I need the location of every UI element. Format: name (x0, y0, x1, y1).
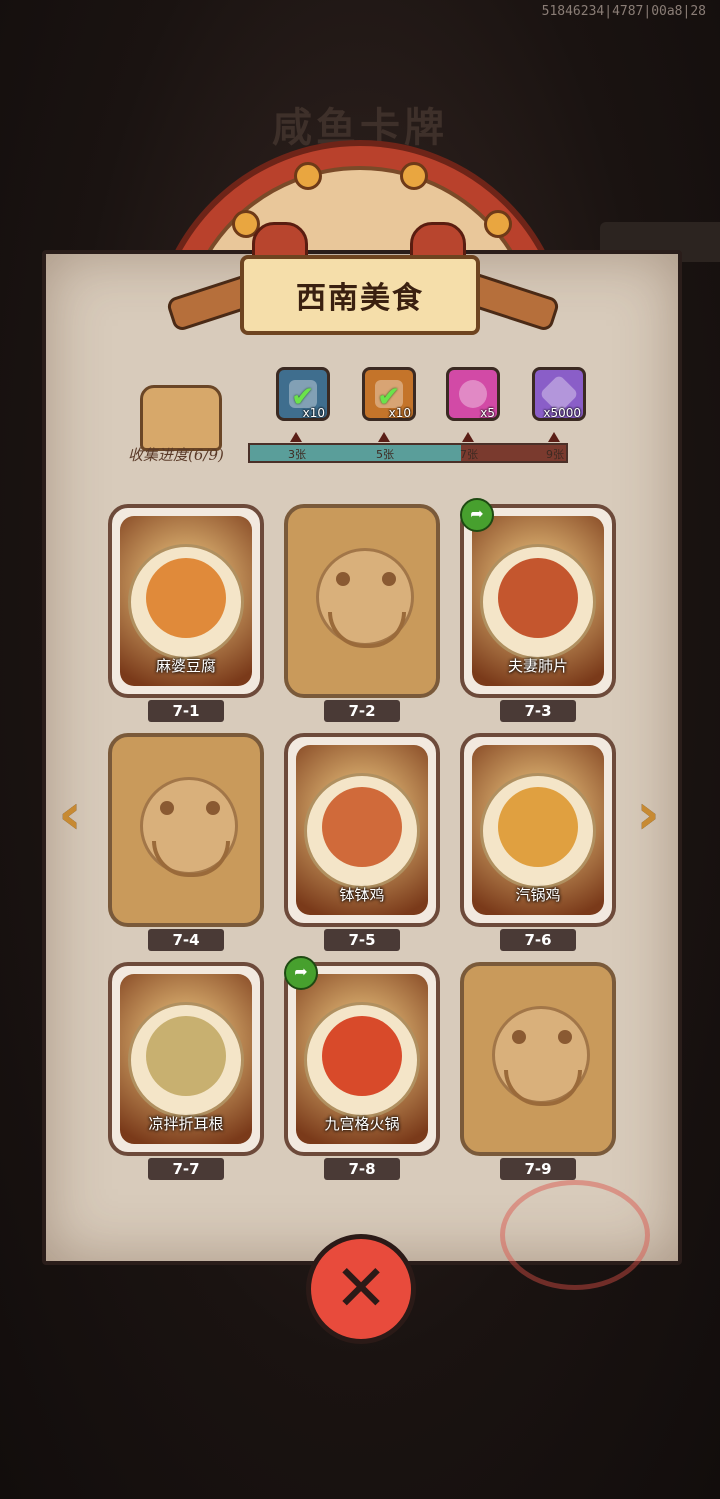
dish-name: 九宫格火锅 (324, 1115, 400, 1133)
collection-title-banner: 西南美食 (240, 255, 480, 335)
card-id-label: 7-4 (148, 929, 224, 951)
dish-image: 麻婆豆腐 (120, 516, 252, 686)
reward-count: x10 (302, 406, 325, 420)
orb-icon (459, 380, 487, 408)
locked-face-mouth (152, 841, 230, 877)
reward-count: x5 (480, 406, 495, 420)
card-id-label: 7-5 (324, 929, 400, 951)
share-icon[interactable]: ➦ (460, 498, 494, 532)
milestone-marker (548, 432, 560, 442)
food (146, 1016, 226, 1096)
dish-image: 夫妻肺片 (472, 516, 604, 686)
locked-face-eye (558, 1030, 572, 1044)
milestone-marker (378, 432, 390, 442)
reward-count: x5000 (543, 406, 581, 420)
share-icon[interactable]: ➦ (284, 956, 318, 990)
locked-face-eye (336, 572, 350, 586)
collection-title: 西南美食 (296, 281, 424, 316)
progress-label: 收集进度(6/9) (128, 446, 224, 464)
dome-knob (294, 162, 322, 190)
dome-knob (400, 162, 428, 190)
locked-face-eye (160, 801, 174, 815)
dish-name: 夫妻肺片 (507, 657, 568, 675)
food (322, 787, 402, 867)
prev-page-button[interactable]: ‹ (50, 785, 90, 845)
reward-count: x10 (388, 406, 411, 420)
locked-face-eye (206, 801, 220, 815)
dish-card[interactable]: 夫妻肺片 (460, 504, 616, 698)
milestone-label: 3张 (288, 448, 306, 461)
locked-face-mouth (504, 1070, 582, 1106)
dish-image: 凉拌折耳根 (120, 974, 252, 1144)
dish-image: 汽锅鸡 (472, 745, 604, 915)
milestone-label: 9张 (546, 448, 564, 461)
dish-name: 钵钵鸡 (339, 886, 385, 904)
food (498, 558, 578, 638)
milestone-label: 5张 (376, 448, 394, 461)
close-icon: ✕ (334, 1252, 388, 1326)
dish-image: 钵钵鸡 (296, 745, 428, 915)
dish-card[interactable]: 汽锅鸡 (460, 733, 616, 927)
reward-key[interactable]: ✔ x10 (362, 367, 416, 421)
dish-card[interactable] (460, 962, 616, 1156)
dish-card[interactable]: 九宫格火锅 (284, 962, 440, 1156)
card-id-label: 7-3 (500, 700, 576, 722)
locked-face-eye (382, 572, 396, 586)
dish-name: 麻婆豆腐 (155, 657, 216, 675)
debug-text: 51846234|4787|00a8|28 (541, 4, 706, 19)
dish-card[interactable]: 凉拌折耳根 (108, 962, 264, 1156)
milestone-marker (290, 432, 302, 442)
reward-chest[interactable]: ✔ x10 (276, 367, 330, 421)
dish-card[interactable] (108, 733, 264, 927)
dish-name: 凉拌折耳根 (148, 1115, 224, 1133)
locked-face-eye (512, 1030, 526, 1044)
progress-fill (250, 445, 461, 461)
dome-knob (484, 210, 512, 238)
milestone-label: 7张 (460, 448, 478, 461)
card-id-label: 7-9 (500, 1158, 576, 1180)
next-page-button[interactable]: › (628, 785, 668, 845)
dish-name: 汽锅鸡 (515, 886, 561, 904)
dish-card[interactable]: 钵钵鸡 (284, 733, 440, 927)
dish-card[interactable] (284, 504, 440, 698)
card-id-label: 7-7 (148, 1158, 224, 1180)
card-id-label: 7-2 (324, 700, 400, 722)
dish-card[interactable]: 麻婆豆腐 (108, 504, 264, 698)
card-id-label: 7-8 (324, 1158, 400, 1180)
food (322, 1016, 402, 1096)
collection-box-icon (140, 385, 222, 451)
food (498, 787, 578, 867)
milestone-marker (462, 432, 474, 442)
seal-stamp (500, 1180, 650, 1290)
locked-face-mouth (328, 612, 406, 648)
close-button[interactable]: ✕ (306, 1234, 416, 1344)
card-id-label: 7-1 (148, 700, 224, 722)
reward-crystal[interactable]: x5000 (532, 367, 586, 421)
reward-orb[interactable]: x5 (446, 367, 500, 421)
food (146, 558, 226, 638)
card-id-label: 7-6 (500, 929, 576, 951)
dish-image: 九宫格火锅 (296, 974, 428, 1144)
